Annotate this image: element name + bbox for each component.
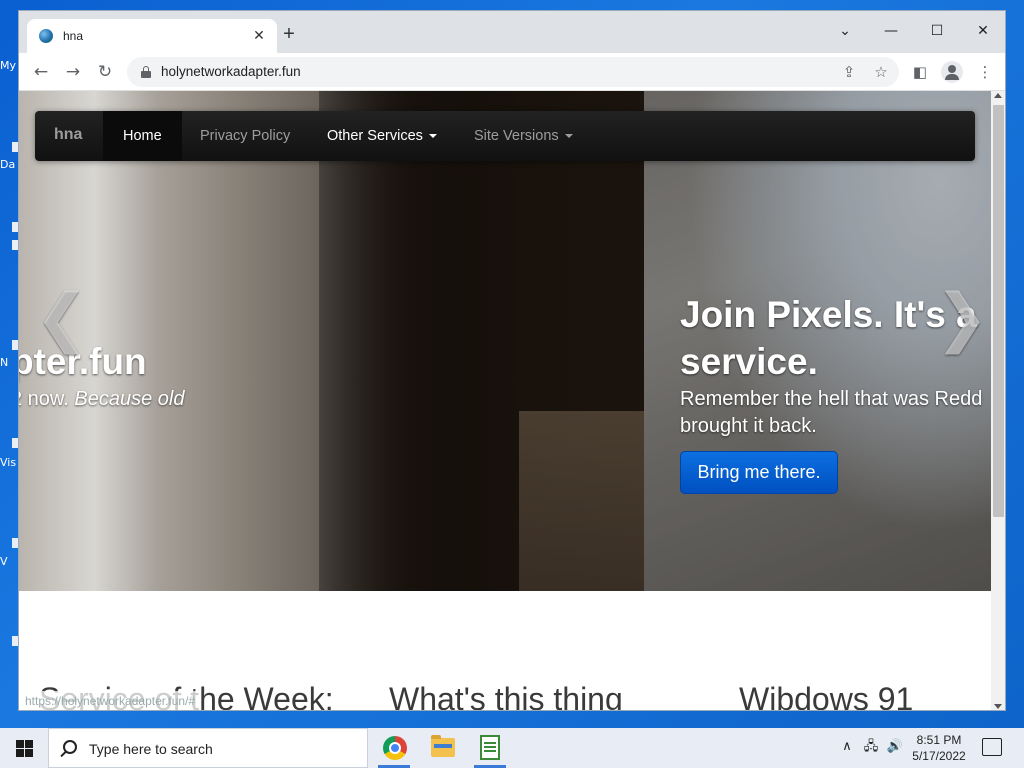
slide-right-heading-line1: Join Pixels. It's a (680, 294, 977, 335)
nav-site-versions[interactable]: Site Versions (454, 111, 593, 161)
link-status-url: https://holynetworkadapter.fun/# (19, 691, 202, 710)
slide-right-heading-line2: service. (680, 341, 818, 382)
search-icon (63, 740, 77, 754)
browser-toolbar: ← → ↻ holynetworkadapter.fun ⇪ ☆ ◧ ⋮ (19, 53, 1005, 91)
menu-icon[interactable]: ⋮ (974, 61, 996, 83)
url-text[interactable]: holynetworkadapter.fun (161, 64, 301, 79)
network-icon[interactable]: 🖧 (862, 738, 880, 756)
page-viewport: hna Home Privacy Policy Other Services S… (19, 91, 991, 711)
nav-home[interactable]: Home (103, 111, 182, 161)
minimize-button[interactable]: — (877, 17, 905, 45)
taskbar-clock[interactable]: 8:51 PM 5/17/2022 (906, 732, 972, 764)
reload-button[interactable]: ↻ (93, 60, 117, 84)
scroll-up-icon[interactable] (994, 93, 1002, 98)
globe-icon (39, 29, 53, 43)
new-tab-button[interactable]: + (279, 24, 299, 45)
nav-other-services[interactable]: Other Services (307, 111, 457, 161)
caret-down-icon (428, 134, 437, 139)
desktop-icon-label[interactable]: Da (0, 158, 18, 171)
notepad-icon (480, 735, 500, 760)
windows-logo-icon (16, 740, 24, 748)
profile-icon[interactable] (941, 61, 963, 83)
clock-date: 5/17/2022 (912, 749, 966, 763)
share-icon[interactable]: ⇪ (839, 62, 859, 82)
star-icon[interactable]: ☆ (871, 62, 891, 82)
nav-site-versions-label: Site Versions (474, 128, 559, 144)
slide-left-subtitle: 2 now. Because old (19, 388, 184, 411)
site-brand[interactable]: hna (54, 126, 82, 144)
slide-right-subtitle-line1: Remember the hell that was Redd (680, 388, 983, 410)
section-heading-wibdows: Wibdows 91 (739, 681, 914, 711)
notification-icon[interactable] (982, 738, 1002, 756)
desktop-icon-label[interactable]: V (0, 555, 18, 568)
nav-other-services-label: Other Services (327, 128, 423, 144)
browser-window: hna ✕ + ⌄ — ☐ ✕ ← → ↻ holynetworkadapter… (18, 10, 1006, 711)
tab-search-button[interactable]: ⌄ (831, 17, 859, 45)
scroll-thumb[interactable] (993, 105, 1004, 517)
taskbar-file-explorer[interactable] (418, 728, 466, 768)
forward-button[interactable]: → (61, 60, 85, 84)
desktop-icon-label[interactable]: N (0, 356, 18, 369)
desktop-icon-label[interactable]: My (0, 59, 18, 72)
taskbar-search-placeholder: Type here to search (89, 741, 213, 757)
bring-me-there-button[interactable]: Bring me there. (680, 451, 838, 494)
taskbar-search[interactable]: Type here to search (48, 728, 368, 768)
slide-left-subtitle-italic: Because old (74, 388, 185, 410)
taskbar-chrome[interactable] (370, 728, 418, 768)
start-button[interactable] (0, 728, 48, 768)
lock-icon[interactable] (141, 66, 151, 78)
show-hidden-icons-chevron-icon[interactable]: ∧ (838, 738, 856, 756)
site-navbar: hna Home Privacy Policy Other Services S… (35, 111, 975, 161)
slide-left-subtitle-plain: 2 now. (19, 388, 69, 410)
close-tab-icon[interactable]: ✕ (249, 25, 269, 45)
clock-time: 8:51 PM (916, 733, 962, 747)
slide-right-subtitle-line2: brought it back. (680, 415, 817, 437)
browser-tab[interactable]: hna ✕ (27, 19, 277, 53)
back-button[interactable]: ← (29, 60, 53, 84)
nav-privacy-policy[interactable]: Privacy Policy (180, 111, 310, 161)
section-heading-whats-this: What's this thing (389, 681, 623, 711)
file-explorer-icon (431, 735, 455, 757)
side-panel-icon[interactable]: ◧ (909, 61, 931, 83)
desktop-icon-label[interactable]: Vis (0, 456, 18, 469)
maximize-button[interactable]: ☐ (923, 17, 951, 45)
scroll-down-icon[interactable] (994, 704, 1002, 709)
tab-strip: hna ✕ + ⌄ — ☐ ✕ (19, 11, 1005, 53)
chrome-icon (383, 736, 407, 760)
taskbar-notepad[interactable] (466, 728, 514, 768)
taskbar: Type here to search ∧ 🖧 🔊 8:51 PM 5/17/2… (0, 728, 1024, 768)
carousel-next-icon[interactable]: ❯ (935, 281, 989, 355)
hero-carousel: hna Home Privacy Policy Other Services S… (19, 91, 991, 591)
address-bar[interactable]: holynetworkadapter.fun ⇪ ☆ (127, 57, 899, 87)
close-window-button[interactable]: ✕ (969, 17, 997, 45)
volume-icon[interactable]: 🔊 (886, 738, 904, 756)
caret-down-icon (564, 134, 573, 139)
page-scrollbar[interactable] (991, 91, 1005, 710)
tab-title: hna (63, 29, 84, 43)
carousel-prev-icon[interactable]: ❮ (35, 281, 89, 355)
